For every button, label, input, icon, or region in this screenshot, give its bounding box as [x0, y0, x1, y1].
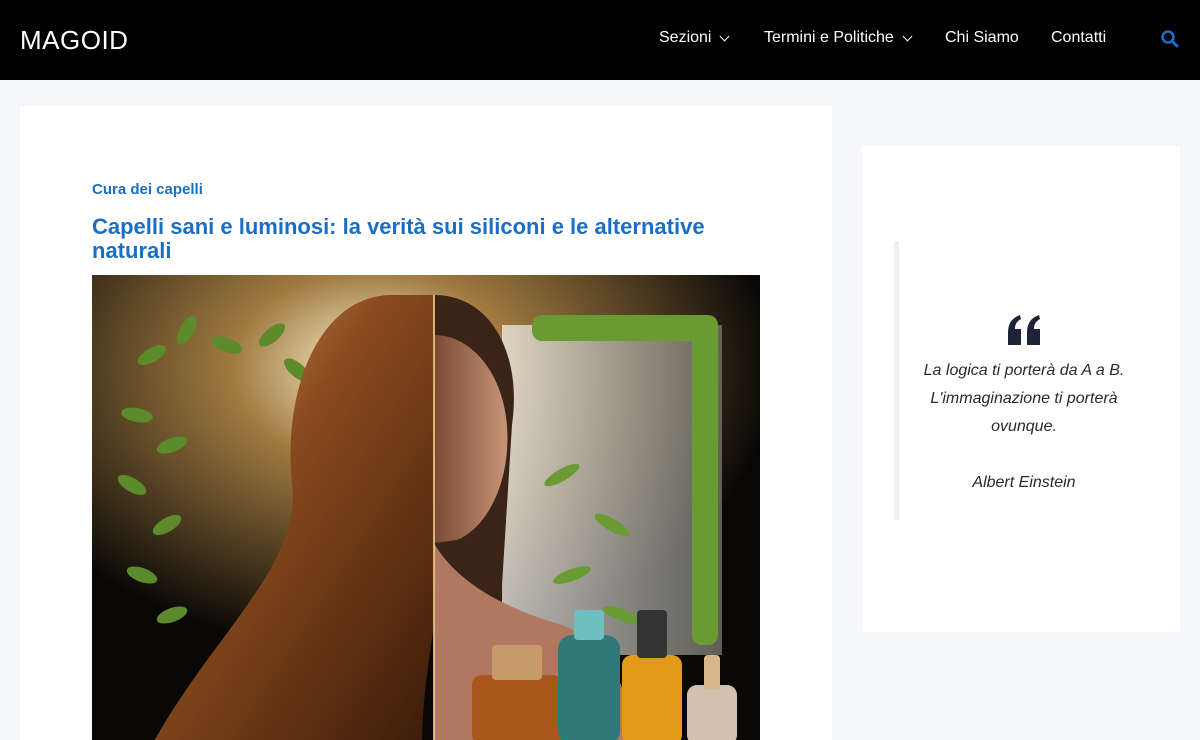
- nav-item-chi-siamo[interactable]: Chi Siamo: [945, 29, 1019, 47]
- article-title[interactable]: Capelli sani e luminosi: la verità sui s…: [92, 215, 772, 263]
- quote-author: Albert Einstein: [972, 474, 1076, 491]
- nav-item-contatti[interactable]: Contatti: [1051, 29, 1106, 47]
- nav-item-label: Termini e Politiche: [764, 29, 894, 46]
- article-hero-image[interactable]: [92, 275, 760, 740]
- nav-item-termini-e-politiche[interactable]: Termini e Politiche: [764, 29, 913, 47]
- search-icon: [1161, 30, 1179, 48]
- quote-icon: [1008, 315, 1040, 345]
- search-button[interactable]: [1160, 29, 1180, 49]
- quote-border: [894, 241, 899, 520]
- quote-text: La logica ti porterà da A a B. L'immagin…: [923, 362, 1125, 435]
- site-logo[interactable]: MAGOID: [20, 25, 128, 56]
- site-header: MAGOID Sezioni Termini e Politiche Chi S…: [0, 0, 1200, 80]
- chevron-down-icon: [720, 31, 730, 41]
- hero-illustration: [92, 275, 760, 740]
- chevron-down-icon: [902, 31, 913, 41]
- nav-item-label: Chi Siamo: [945, 29, 1019, 46]
- nav-item-label: Contatti: [1051, 29, 1107, 46]
- article-category[interactable]: Cura dei capelli: [92, 181, 203, 198]
- nav-item-sezioni[interactable]: Sezioni: [659, 29, 730, 47]
- nav-item-label: Sezioni: [659, 29, 712, 46]
